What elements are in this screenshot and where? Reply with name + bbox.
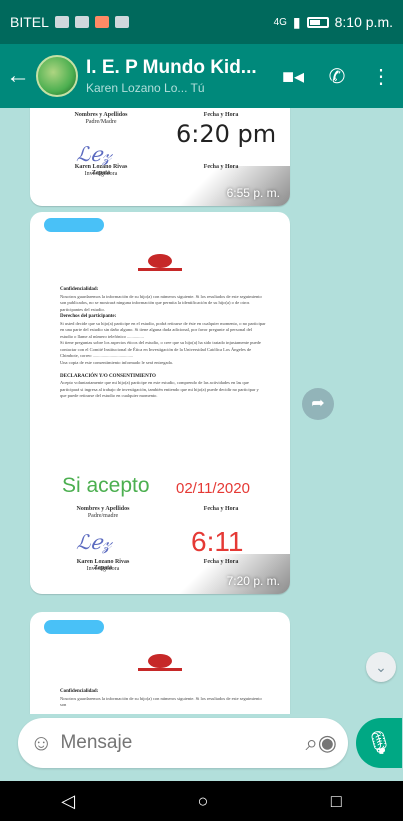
nav-back-icon[interactable]: ◁	[61, 791, 75, 812]
handwritten-time: 6:20 pm	[176, 120, 277, 148]
camera-icon[interactable]: ◉	[318, 730, 337, 756]
label-date: Fecha y Hora	[203, 506, 239, 512]
forward-icon[interactable]: ➦	[302, 388, 334, 420]
sender-name-redacted	[44, 218, 104, 232]
message-time: 7:20 p. m.	[226, 574, 280, 588]
heading-confidentiality: Confidencialidad:	[60, 689, 99, 694]
message-composer: ☺ ⌕ ◉	[18, 718, 348, 768]
label-name: Nombres y Apellidos	[74, 112, 128, 118]
para-5: Acepto voluntariamente que mi hijo(a) pa…	[60, 380, 259, 398]
more-vertical-icon[interactable]: ⋮	[359, 64, 403, 89]
signer-role: Investigadora	[86, 566, 120, 572]
carrier-label: BITEL	[10, 14, 49, 30]
video-call-icon[interactable]: ■◂	[271, 64, 315, 89]
image-message[interactable]: Confidencialidad: Nosotros guardaremos l…	[30, 212, 290, 594]
image-message[interactable]: Confidencialidad: Nosotros guardaremos l…	[30, 612, 290, 714]
signature-scribble: ℒℯ𝓏	[76, 142, 112, 166]
para-4: Una copia de este consentimiento informa…	[60, 359, 173, 365]
status-bar: BITEL 4G ▮ 8:10 p.m.	[0, 0, 403, 44]
handwritten-accept: Si acepto	[62, 474, 150, 497]
chat-title: I. E. P Mundo Kid...	[86, 57, 257, 78]
system-nav-bar: ◁ ○ □	[0, 781, 403, 821]
message-time: 6:55 p. m.	[226, 186, 280, 200]
heading-confidentiality: Confidencialidad:	[60, 287, 99, 292]
battery-icon	[306, 16, 329, 28]
signal-label: 4G	[273, 16, 287, 28]
message-input[interactable]	[52, 732, 306, 754]
sender-name-redacted	[44, 620, 104, 634]
label-date: Fecha y Hora	[203, 112, 239, 118]
para-1: Nosotros guardaremos la información de s…	[60, 293, 262, 312]
document-image: Confidencialidad: Nosotros guardaremos l…	[36, 638, 284, 714]
university-logo	[138, 254, 182, 276]
chat-title-area[interactable]: I. E. P Mundo Kid... Karen Lozano Lo... …	[86, 57, 271, 95]
nav-home-icon[interactable]: ○	[198, 791, 209, 812]
para-2: Si usted decide que su hijo(a) participe…	[60, 320, 266, 339]
group-avatar[interactable]	[36, 55, 78, 97]
label-parent: Padre/Madre	[85, 119, 117, 125]
chat-header: ← I. E. P Mundo Kid... Karen Lozano Lo..…	[0, 44, 403, 108]
university-logo	[138, 654, 182, 676]
signature-scribble: ℒℯ𝓏	[76, 530, 112, 554]
label-parent: Padre/madre	[87, 513, 119, 519]
signer-role: Investigadora	[84, 171, 118, 177]
document-image: Confidencialidad: Nosotros guardaremos l…	[36, 234, 284, 588]
arrow-left-icon[interactable]: ←	[0, 62, 36, 90]
document-body: Confidencialidad: Nosotros guardaremos l…	[60, 688, 266, 709]
chat-area[interactable]: Nombres y Apellidos Padre/Madre Fecha y …	[0, 108, 403, 714]
app-notification-icon	[94, 16, 109, 28]
para-1: Nosotros guardaremos la información de s…	[60, 695, 262, 708]
chat-subtitle: Karen Lozano Lo... Tú	[86, 81, 205, 95]
emoji-icon[interactable]: ☺	[30, 730, 52, 756]
scroll-down-icon[interactable]: ⌄	[366, 652, 396, 682]
messages-notification-icon	[114, 16, 129, 28]
handwritten-date: 02/11/2020	[176, 480, 250, 497]
image-message[interactable]: Nombres y Apellidos Padre/Madre Fecha y …	[30, 108, 290, 206]
heading-rights: Derechos del participante:	[60, 314, 117, 319]
nav-recents-icon[interactable]: □	[331, 791, 342, 812]
paperclip-icon[interactable]: ⌕	[305, 730, 317, 756]
heading-declaration: DECLARACIÓN Y/O CONSENTIMIENTO	[60, 373, 156, 379]
label-name: Nombres y Apellidos	[76, 506, 130, 512]
signal-bars-icon: ▮	[292, 13, 301, 30]
clock: 8:10 p.m.	[334, 14, 393, 30]
document-body: Confidencialidad: Nosotros guardaremos l…	[60, 286, 266, 400]
para-3: Si tiene preguntas sobre los aspectos ét…	[60, 340, 261, 358]
gallery-notification-icon	[54, 16, 69, 28]
microphone-icon[interactable]: 🎙	[356, 718, 402, 768]
instagram-notification-icon	[74, 16, 89, 28]
phone-icon[interactable]: ✆	[315, 64, 359, 89]
